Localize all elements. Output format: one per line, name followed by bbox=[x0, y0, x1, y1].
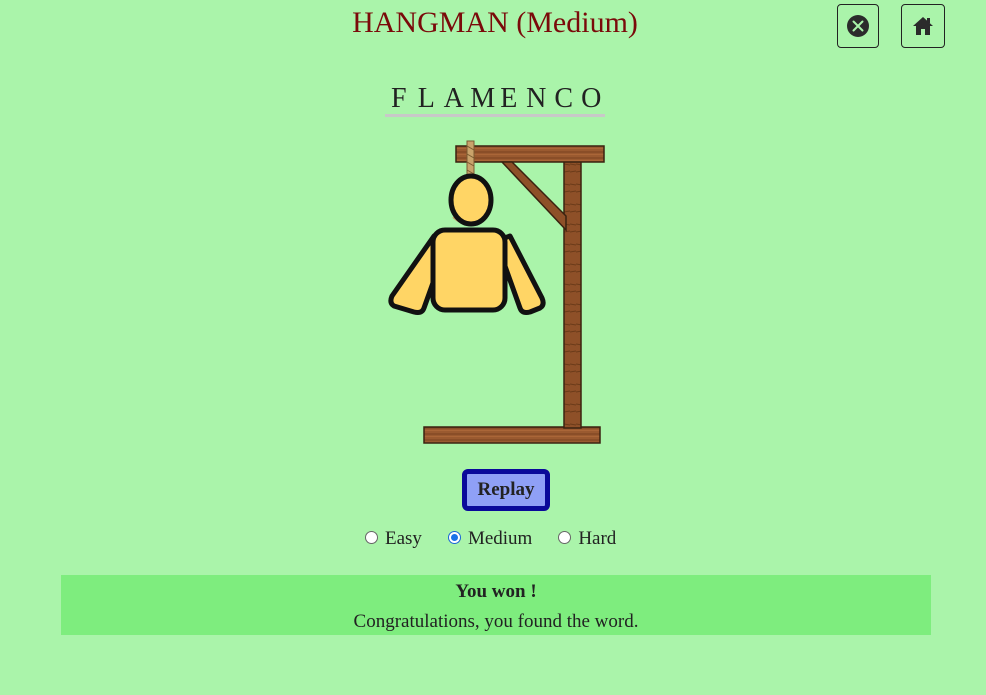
hangman-drawing bbox=[388, 140, 605, 444]
result-panel: You won ! Congratulations, you found the… bbox=[61, 575, 931, 635]
word-letter: E bbox=[495, 84, 523, 117]
radio-hard[interactable] bbox=[558, 530, 572, 544]
torso bbox=[430, 227, 508, 313]
word-display: F L A M E N C O bbox=[385, 84, 605, 117]
word-letter: M bbox=[467, 84, 495, 117]
word-letter: N bbox=[522, 84, 550, 117]
close-circle-icon bbox=[847, 15, 869, 37]
result-message: Congratulations, you found the word. bbox=[353, 611, 639, 632]
close-button[interactable] bbox=[837, 4, 879, 48]
word-letter: F bbox=[385, 84, 413, 117]
word-letter: A bbox=[440, 84, 468, 117]
gallows-post bbox=[563, 159, 582, 429]
word-letter: L bbox=[412, 84, 440, 117]
radio-easy[interactable] bbox=[365, 530, 378, 544]
radio-medium[interactable] bbox=[447, 530, 461, 544]
level-label: Hard bbox=[578, 528, 617, 549]
word-letter: O bbox=[577, 84, 605, 117]
gallows-beam bbox=[455, 145, 605, 163]
result-title: You won ! bbox=[455, 581, 537, 602]
gallows-base bbox=[423, 426, 601, 444]
head bbox=[448, 173, 494, 227]
level-label: Medium bbox=[467, 528, 533, 549]
level-label: Easy bbox=[385, 528, 422, 549]
gallows-brace bbox=[500, 161, 567, 232]
word-letter: C bbox=[550, 84, 578, 117]
home-icon bbox=[913, 17, 933, 35]
home-button[interactable] bbox=[901, 4, 945, 48]
level-option-medium[interactable]: Medium bbox=[447, 528, 533, 550]
difficulty-selector: Easy Medium Hard bbox=[365, 528, 642, 550]
level-option-easy[interactable]: Easy bbox=[365, 528, 422, 550]
level-option-hard[interactable]: Hard bbox=[558, 528, 616, 550]
replay-button[interactable]: Replay bbox=[462, 469, 550, 511]
